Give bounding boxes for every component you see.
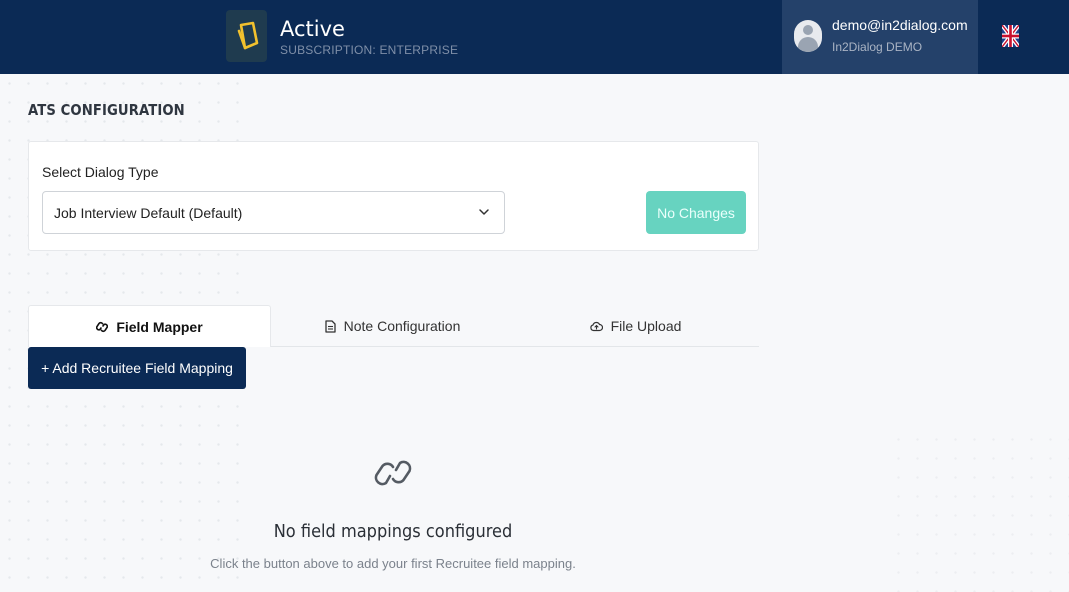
save-changes-button[interactable]: No Changes	[646, 191, 746, 234]
user-menu[interactable]: demo@in2dialog.com In2Dialog DEMO	[782, 0, 978, 74]
document-icon	[324, 319, 336, 333]
status-title: Active	[280, 16, 345, 41]
empty-state-subtitle: Click the button above to add your first…	[210, 556, 576, 571]
tab-label: File Upload	[610, 318, 682, 334]
user-organization: In2Dialog DEMO	[832, 40, 923, 54]
background-dot-pattern-right	[889, 430, 1069, 592]
avatar	[794, 20, 822, 52]
app-logo-icon	[226, 10, 267, 62]
chevron-down-icon	[479, 209, 489, 215]
tab-file-upload[interactable]: File Upload	[514, 305, 757, 347]
tab-note-configuration[interactable]: Note Configuration	[271, 305, 514, 347]
tab-label: Note Configuration	[343, 318, 461, 334]
tab-field-mapper[interactable]: Field Mapper	[28, 305, 271, 347]
tab-label: Field Mapper	[116, 318, 203, 335]
uk-flag-icon[interactable]	[1000, 23, 1021, 49]
dialog-type-selected-value: Job Interview Default (Default)	[54, 204, 243, 221]
empty-state-title: No field mappings configured	[273, 521, 513, 542]
link-icon	[374, 460, 412, 486]
page-title: ATS CONFIGURATION	[28, 101, 185, 119]
config-tabs: Field Mapper Note Configuration File Upl…	[28, 305, 759, 347]
subscription-label: SUBSCRIPTION: ENTERPRISE	[280, 42, 459, 57]
brand: Active SUBSCRIPTION: ENTERPRISE	[226, 10, 458, 62]
add-field-mapping-button[interactable]: + Add Recruitee Field Mapping	[28, 347, 246, 389]
user-email: demo@in2dialog.com	[832, 17, 968, 33]
dialog-type-label: Select Dialog Type	[42, 164, 159, 180]
dialog-type-card: Select Dialog Type Job Interview Default…	[28, 141, 759, 251]
link-icon	[96, 321, 109, 332]
top-bar: Active SUBSCRIPTION: ENTERPRISE demo@in2…	[0, 0, 1069, 74]
dialog-type-select[interactable]: Job Interview Default (Default)	[42, 191, 505, 234]
upload-icon	[589, 321, 603, 331]
